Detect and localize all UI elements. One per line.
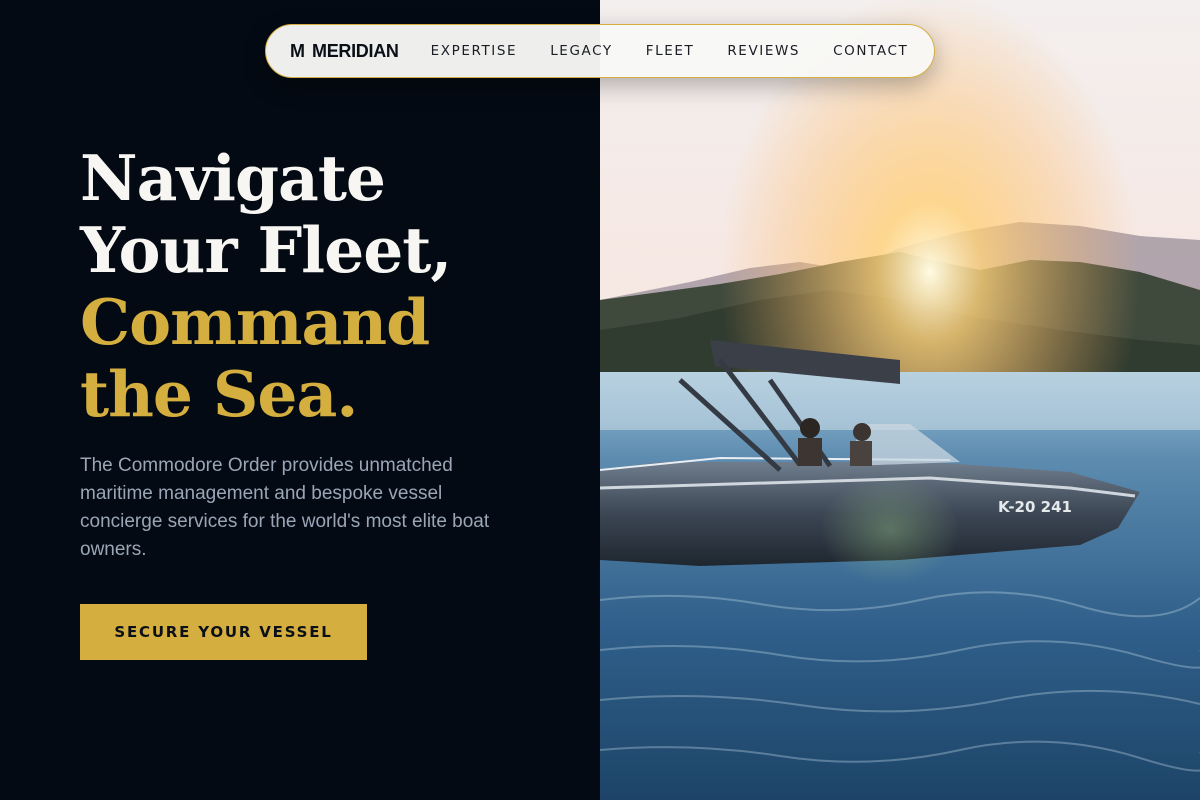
headline-line-4: the Sea.	[80, 357, 358, 431]
boat-registration: K-20 241	[998, 498, 1072, 516]
nav-link-reviews[interactable]: REVIEWS	[727, 43, 800, 59]
headline-line-3: Command	[80, 285, 430, 359]
nav-link-legacy[interactable]: LEGACY	[550, 43, 613, 59]
nav-link-fleet[interactable]: FLEET	[646, 43, 695, 59]
hero-boat-photo: K-20 241	[600, 0, 1200, 800]
brand-name: MERIDIAN	[312, 40, 399, 61]
logo-mark-icon: M	[290, 40, 305, 61]
secure-vessel-button[interactable]: SECURE YOUR VESSEL	[80, 604, 367, 660]
hero-description: The Commodore Order provides unmatched m…	[80, 455, 490, 560]
nav-link-contact[interactable]: CONTACT	[833, 43, 908, 59]
headline-line-1: Navigate	[80, 141, 386, 215]
headline-line-2: Your Fleet,	[80, 213, 452, 287]
nav-links: EXPERTISE LEGACY FLEET REVIEWS CONTACT	[431, 43, 909, 59]
nav-link-expertise[interactable]: EXPERTISE	[431, 43, 518, 59]
brand-logo[interactable]: M MERIDIAN	[290, 41, 399, 62]
main-navigation: M MERIDIAN EXPERTISE LEGACY FLEET REVIEW…	[265, 24, 935, 78]
hero-headline: Navigate Your Fleet, Command the Sea.	[80, 141, 452, 431]
